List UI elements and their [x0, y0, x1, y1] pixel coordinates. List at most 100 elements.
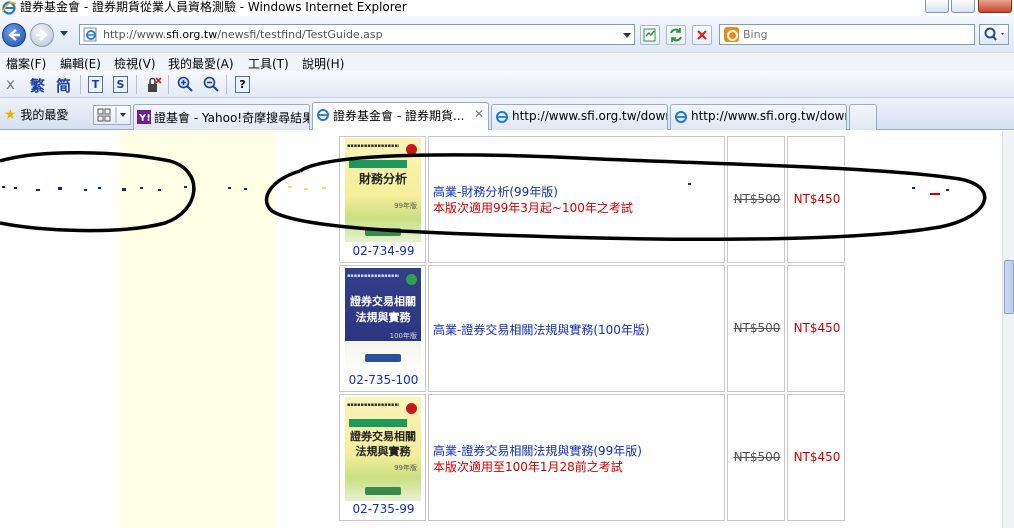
refresh-icon [670, 28, 682, 42]
publisher-logo [365, 228, 401, 236]
old-price-cell: NT$500 [727, 265, 785, 392]
compatibility-icon [643, 28, 656, 42]
price-cell: NT$450 [787, 136, 845, 263]
convert-traditional-icon[interactable]: T [88, 76, 103, 93]
tab-download-1[interactable]: http://www.sfi.org.tw/downl... [491, 104, 668, 130]
book-code[interactable]: 02-735-100 [340, 373, 427, 387]
refresh-button[interactable] [666, 25, 686, 45]
book-note: 本版次適用至100年1月28前之考試 [433, 460, 623, 474]
lock-icon[interactable] [145, 76, 163, 97]
tab-sfi-active[interactable]: 證券基金會 - 證券期貨... ✕ [312, 102, 489, 130]
menu-tools[interactable]: 工具(T) [248, 55, 289, 72]
minimize-button[interactable] [925, 0, 949, 13]
svg-text:Y!: Y! [138, 113, 151, 124]
favorites-button[interactable]: ★ 我的最愛 [4, 106, 68, 123]
restore-button[interactable] [951, 0, 975, 13]
cover-cell: ▪▪▪▪▪▪▪▪▪▪▪▪▪▪▪▪▪▪▪▪▪▪▪▪▪▪▪▪▪▪▪▪▪▪▪ 財務分析… [339, 136, 426, 263]
book-row: ▪▪▪▪▪▪▪▪▪▪▪▪▪▪▪▪▪▪▪▪▪▪▪▪▪▪▪▪▪ 證券交易相關 法規與… [339, 265, 847, 392]
address-bar[interactable]: http://www.sfi.org.tw/newsfi/testfind/Te… [79, 24, 635, 45]
compatibility-view-button[interactable] [640, 25, 660, 45]
menu-bar: 檔案(F) 編輯(E) 檢視(V) 我的最愛(A) 工具(T) 說明(H) [0, 52, 1014, 71]
stop-x-icon [697, 30, 707, 40]
arrow-right-icon [36, 29, 48, 41]
old-price-cell: NT$500 [727, 136, 785, 263]
window-titlebar: 證券基金會 - 證券期貨從業人員資格測驗 - Windows Internet … [0, 0, 1014, 16]
sale-price: NT$450 [793, 450, 841, 464]
title-cell: 高業-證券交易相關法規與實務(99年版) 本版次適用至100年1月28前之考試 [428, 394, 725, 521]
old-price: NT$500 [733, 321, 781, 335]
close-window-button[interactable] [978, 0, 1012, 13]
badge-icon [406, 144, 417, 155]
search-input[interactable] [743, 27, 963, 42]
bing-logo-icon [724, 27, 739, 42]
menu-favorites[interactable]: 我的最愛(A) [168, 55, 234, 72]
book-title-link[interactable]: 高業-證券交易相關法規與實務(99年版) [433, 442, 642, 459]
badge-icon [406, 403, 417, 414]
star-icon: ★ [4, 107, 17, 123]
vertical-scrollbar[interactable] [1002, 131, 1014, 528]
ie-page-icon [316, 108, 330, 125]
forward-button[interactable] [30, 23, 54, 47]
help-icon[interactable]: ? [235, 76, 250, 93]
conversion-toolbar: x 繁 简 T S ? [0, 71, 1014, 98]
title-cell: 高業-財務分析(99年版) 本版次適用99年3月起~100年之考試 [428, 136, 725, 263]
tab-bar: ★ 我的最愛 Y! 證基會 - Yahoo!奇摩搜尋結果 證券基金會 - 證券期… [0, 98, 1014, 130]
quick-tabs-button[interactable] [93, 105, 131, 125]
book-cover-image[interactable]: ▪▪▪▪▪▪▪▪▪▪▪▪▪▪▪▪▪▪▪▪▪▪▪▪▪▪▪▪▪▪▪▪▪▪▪ 證券交易… [345, 397, 421, 501]
menu-edit[interactable]: 編輯(E) [60, 55, 101, 72]
search-box[interactable] [719, 24, 975, 45]
favorites-label: 我的最愛 [20, 108, 69, 122]
publisher-logo [365, 354, 401, 362]
menu-view[interactable]: 檢視(V) [114, 55, 156, 72]
book-note: 本版次適用99年3月起~100年之考試 [433, 201, 633, 215]
cover-year: 99年版 [394, 202, 417, 210]
cover-title: 證券交易相關 法規與實務 [350, 430, 416, 458]
book-cover-image[interactable]: ▪▪▪▪▪▪▪▪▪▪▪▪▪▪▪▪▪▪▪▪▪▪▪▪▪▪▪▪▪▪▪▪▪▪▪ 財務分析… [345, 138, 421, 242]
book-row: ▪▪▪▪▪▪▪▪▪▪▪▪▪▪▪▪▪▪▪▪▪▪▪▪▪▪▪▪▪▪▪▪▪▪▪ 財務分析… [339, 136, 847, 263]
book-row: ▪▪▪▪▪▪▪▪▪▪▪▪▪▪▪▪▪▪▪▪▪▪▪▪▪▪▪▪▪▪▪▪▪▪▪ 證券交易… [339, 394, 847, 521]
book-cover-image[interactable]: ▪▪▪▪▪▪▪▪▪▪▪▪▪▪▪▪▪▪▪▪▪▪▪▪▪▪▪▪▪ 證券交易相關 法規與… [345, 268, 421, 372]
address-toolbar: http://www.sfi.org.tw/newsfi/testfind/Te… [0, 16, 1014, 52]
book-code[interactable]: 02-734-99 [340, 244, 427, 258]
back-button[interactable] [2, 23, 26, 47]
cover-title: 財務分析 [358, 172, 407, 186]
cover-title: 證券交易相關 法規與實務 [350, 295, 416, 324]
magnifier-icon [984, 27, 1004, 41]
book-title-link[interactable]: 高業-財務分析(99年版) [433, 183, 558, 200]
new-tab-button[interactable] [849, 104, 877, 130]
scrollbar-thumb[interactable] [1004, 260, 1014, 314]
menu-file[interactable]: 檔案(F) [6, 55, 46, 72]
address-url: http://www.sfi.org.tw/newsfi/testfind/Te… [103, 28, 383, 41]
search-button[interactable] [979, 24, 1009, 45]
page-content: ▪▪▪▪▪▪▪▪▪▪▪▪▪▪▪▪▪▪▪▪▪▪▪▪▪▪▪▪▪▪▪▪▪▪▪ 財務分析… [0, 131, 1002, 528]
book-title-link[interactable]: 高業-證券交易相關法規與實務(100年版) [433, 321, 650, 338]
cover-year: 100年版 [389, 332, 417, 340]
address-dropdown-button[interactable] [620, 25, 634, 44]
tab-download-2[interactable]: http://www.sfi.org.tw/downl... [670, 104, 847, 130]
grid-icon [97, 107, 126, 123]
tab-label: http://www.sfi.org.tw/downl... [512, 109, 667, 123]
sale-price: NT$450 [793, 192, 841, 206]
simplified-chinese-button[interactable]: 简 [56, 75, 71, 95]
tab-label: 證券基金會 - 證券期貨... [333, 109, 465, 123]
stop-button[interactable] [692, 25, 712, 45]
tab-label: 證基會 - Yahoo!奇摩搜尋結果 [154, 111, 310, 125]
traditional-chinese-button[interactable]: 繁 [30, 75, 45, 95]
menu-help[interactable]: 說明(H) [302, 55, 344, 72]
publisher-logo [365, 487, 401, 495]
zoom-out-icon[interactable] [202, 75, 220, 96]
history-dropdown-icon[interactable] [60, 31, 68, 36]
side-band [120, 131, 275, 528]
tab-label: http://www.sfi.org.tw/downl... [691, 109, 846, 123]
chevron-down-icon [623, 33, 631, 38]
ie-page-icon [674, 110, 688, 127]
tab-close-icon[interactable]: ✕ [474, 107, 484, 121]
tab-yahoo-search[interactable]: Y! 證基會 - Yahoo!奇摩搜尋結果 [133, 104, 310, 130]
old-price-cell: NT$500 [727, 394, 785, 521]
arrow-left-icon [8, 29, 20, 41]
toolbar-close-button[interactable]: x [6, 75, 15, 94]
zoom-in-icon[interactable] [176, 75, 194, 96]
book-code[interactable]: 02-735-99 [340, 502, 427, 516]
convert-simplified-icon[interactable]: S [113, 76, 128, 93]
page-icon [83, 27, 99, 45]
